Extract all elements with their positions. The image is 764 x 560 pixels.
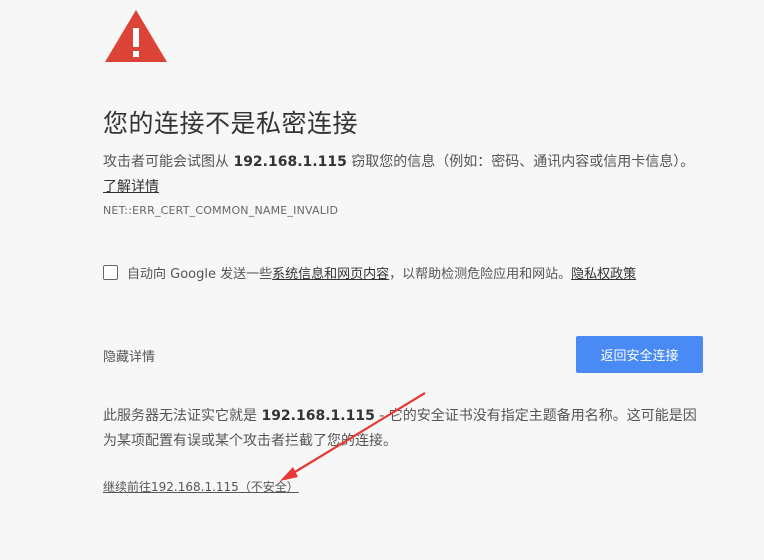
report-optin-row: 自动向 Google 发送一些 系统信息和网页内容 ，以帮助检测危险应用和网站。 隐私… <box>103 263 636 282</box>
hide-details-button[interactable]: 隐藏详情 <box>103 346 155 365</box>
description-suffix: 窃取您的信息（例如：密码、通讯内容或信用卡信息）。 <box>346 154 695 170</box>
hostname-text: 192.168.1.115 <box>233 154 347 170</box>
learn-more-link[interactable]: 了解详情 <box>103 179 159 195</box>
error-code: NET::ERR_CERT_COMMON_NAME_INVALID <box>103 204 339 217</box>
report-text-prefix: 自动向 Google 发送一些 <box>127 267 273 282</box>
error-description: 攻击者可能会试图从 192.168.1.115 窃取您的信息（例如：密码、通讯内… <box>103 150 703 200</box>
report-text-middle: ，以帮助检测危险应用和网站。 <box>389 267 572 282</box>
description-prefix: 攻击者可能会试图从 <box>103 154 234 170</box>
details-explanation: 此服务器无法证实它就是 192.168.1.115 - 它的安全证书没有指定主题… <box>103 404 703 454</box>
system-info-link[interactable]: 系统信息和网页内容 <box>272 263 389 282</box>
details-prefix: 此服务器无法证实它就是 <box>103 408 262 424</box>
page-title: 您的连接不是私密连接 <box>103 109 359 138</box>
report-checkbox[interactable] <box>103 265 118 280</box>
warning-triangle-icon <box>105 10 167 62</box>
details-hostname: 192.168.1.115 <box>261 408 375 424</box>
proceed-unsafe-link[interactable]: 继续前往192.168.1.115（不安全） <box>103 478 299 495</box>
privacy-policy-link[interactable]: 隐私权政策 <box>571 263 636 282</box>
back-to-safety-button[interactable]: 返回安全连接 <box>576 336 703 373</box>
